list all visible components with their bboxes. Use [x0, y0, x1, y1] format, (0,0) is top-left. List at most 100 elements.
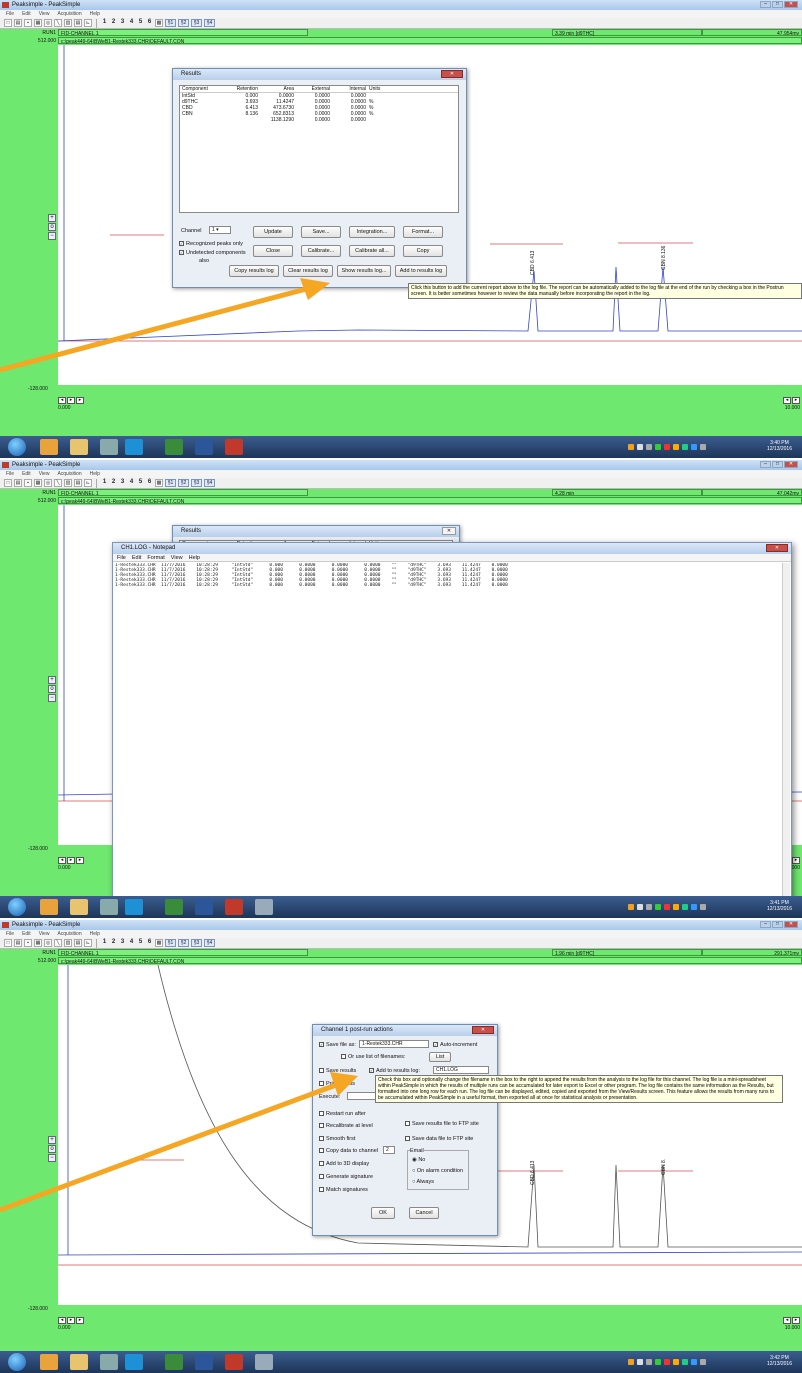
zoom-reset-icon[interactable]: o	[48, 685, 56, 693]
overlay-icon[interactable]: ◎	[44, 939, 52, 947]
calibrate-all-button[interactable]: Calibrate all...	[349, 245, 395, 257]
copy-results-log-button[interactable]: Copy results log	[229, 265, 279, 277]
toolbar-4[interactable]: 4	[128, 939, 135, 947]
channel-1-button[interactable]: §1	[165, 479, 176, 487]
print-icon[interactable]: ▦	[34, 479, 42, 487]
print-icon[interactable]: ▦	[34, 939, 42, 947]
match-signatures-checkbox[interactable]: Match signatures	[319, 1187, 368, 1193]
publisher-icon[interactable]	[195, 899, 213, 915]
chrome-icon[interactable]	[40, 1354, 58, 1370]
save-file-input[interactable]: 1-Restek333.CHR	[359, 1040, 429, 1048]
scroll-right-icon[interactable]: ▸	[792, 857, 800, 864]
toolbar-3[interactable]: 3	[119, 479, 126, 487]
vertical-scrollbar[interactable]	[782, 563, 790, 909]
zoom-out-icon[interactable]: −	[48, 232, 56, 240]
zoom-in-icon[interactable]: +	[48, 214, 56, 222]
minimize-button[interactable]: –	[760, 461, 771, 468]
undetected-checkbox[interactable]: ✓ Undetected components	[179, 250, 246, 256]
channel-4-button[interactable]: §4	[204, 939, 215, 947]
close-icon[interactable]: ✕	[442, 527, 456, 535]
close-button[interactable]: ✕	[784, 1, 798, 8]
cancel-button[interactable]: Cancel	[409, 1207, 439, 1219]
show-results-log-button[interactable]: Show results log...	[337, 265, 391, 277]
scroll-right-icon[interactable]: ▸	[792, 397, 800, 404]
close-icon[interactable]: ✕	[766, 544, 788, 552]
print-results-checkbox[interactable]: Print results	[319, 1081, 355, 1087]
excel-icon[interactable]	[165, 899, 183, 915]
excel-icon[interactable]	[165, 1354, 183, 1370]
menu-file[interactable]: File	[6, 471, 14, 477]
toolbar-3[interactable]: 3	[119, 939, 126, 947]
menu-help[interactable]: Help	[189, 555, 200, 561]
toolbar-5[interactable]: 5	[137, 939, 144, 947]
menu-acquisition[interactable]: Acquisition	[57, 471, 81, 477]
toolbar-6[interactable]: 6	[146, 939, 153, 947]
peaksimple-icon[interactable]	[225, 899, 243, 915]
copy-channel-input[interactable]: 2	[383, 1146, 395, 1154]
save-icon[interactable]: ▪	[24, 939, 32, 947]
channel-4-button[interactable]: §4	[204, 479, 215, 487]
copy-data-checkbox[interactable]: Copy data to channel	[319, 1148, 378, 1154]
toolbar-2[interactable]: 2	[110, 479, 117, 487]
explorer-icon[interactable]	[70, 439, 88, 455]
sample-icon[interactable]: ▩	[155, 19, 163, 27]
grid-icon[interactable]: ▥	[64, 19, 72, 27]
scroll-right-icon[interactable]: ▸	[76, 397, 84, 404]
chrome-icon[interactable]	[40, 439, 58, 455]
menu-file[interactable]: File	[6, 11, 14, 17]
close-icon[interactable]: ✕	[472, 1026, 494, 1034]
toolbar-6[interactable]: 6	[146, 479, 153, 487]
list-button[interactable]: List	[429, 1052, 451, 1062]
email-always-radio[interactable]: ○ Always	[412, 1179, 434, 1185]
save-button[interactable]: Save...	[301, 226, 341, 238]
copy-button[interactable]: Copy	[403, 245, 443, 257]
zoom-out-icon[interactable]: −	[48, 1154, 56, 1162]
channel-1-button[interactable]: §1	[165, 19, 176, 27]
menu-acquisition[interactable]: Acquisition	[57, 11, 81, 17]
maximize-button[interactable]: □	[772, 461, 783, 468]
channel-2-button[interactable]: §2	[178, 479, 189, 487]
integration-button[interactable]: Integration...	[349, 226, 395, 238]
use-list-checkbox[interactable]: Or use list of filenames:	[341, 1054, 405, 1060]
scroll-mid-icon[interactable]: ▸	[67, 1317, 75, 1324]
overlay-icon[interactable]: ◎	[44, 19, 52, 27]
toolbar-1[interactable]: 1	[101, 19, 108, 27]
scroll-left-icon[interactable]: ◂	[58, 1317, 66, 1324]
close-icon[interactable]: ✕	[441, 70, 463, 78]
notepad-icon[interactable]	[255, 899, 273, 915]
menu-file[interactable]: File	[117, 555, 126, 561]
report-icon[interactable]: ▤	[74, 19, 82, 27]
toolbar-4[interactable]: 4	[128, 479, 135, 487]
save-file-checkbox[interactable]: ✓ Save file as:	[319, 1042, 356, 1048]
zoom-out-icon[interactable]: −	[48, 694, 56, 702]
toolbar-2[interactable]: 2	[110, 939, 117, 947]
grid-icon[interactable]: ▥	[64, 479, 72, 487]
scroll-mid-icon[interactable]: ▸	[67, 857, 75, 864]
maximize-button[interactable]: □	[772, 1, 783, 8]
update-button[interactable]: Update	[253, 226, 293, 238]
toolbar-1[interactable]: 1	[101, 939, 108, 947]
new-icon[interactable]: □	[4, 939, 12, 947]
format-button[interactable]: Format...	[403, 226, 443, 238]
menu-view[interactable]: View	[171, 555, 183, 561]
zoom-in-icon[interactable]: +	[48, 676, 56, 684]
toolbar-3[interactable]: 3	[119, 19, 126, 27]
grid-icon[interactable]: ▥	[64, 939, 72, 947]
skype-icon[interactable]	[125, 899, 143, 915]
zoom-icon[interactable]: ⊾	[84, 479, 92, 487]
menu-edit[interactable]: Edit	[22, 11, 31, 17]
menu-edit[interactable]: Edit	[132, 555, 141, 561]
add-to-results-log-button[interactable]: Add to results log	[395, 265, 447, 277]
zoom-reset-icon[interactable]: o	[48, 223, 56, 231]
auto-increment-checkbox[interactable]: ✓ Auto-increment	[433, 1042, 477, 1048]
menu-help[interactable]: Help	[90, 471, 100, 477]
sample-icon[interactable]: ▩	[155, 479, 163, 487]
sample-icon[interactable]: ▩	[155, 939, 163, 947]
menu-help[interactable]: Help	[90, 11, 100, 17]
menu-edit[interactable]: Edit	[22, 471, 31, 477]
toolbar-2[interactable]: 2	[110, 19, 117, 27]
menu-format[interactable]: Format	[147, 555, 164, 561]
scroll-left-icon[interactable]: ◂	[58, 397, 66, 404]
menu-help[interactable]: Help	[90, 931, 100, 937]
save-results-checkbox[interactable]: Save results	[319, 1068, 356, 1074]
